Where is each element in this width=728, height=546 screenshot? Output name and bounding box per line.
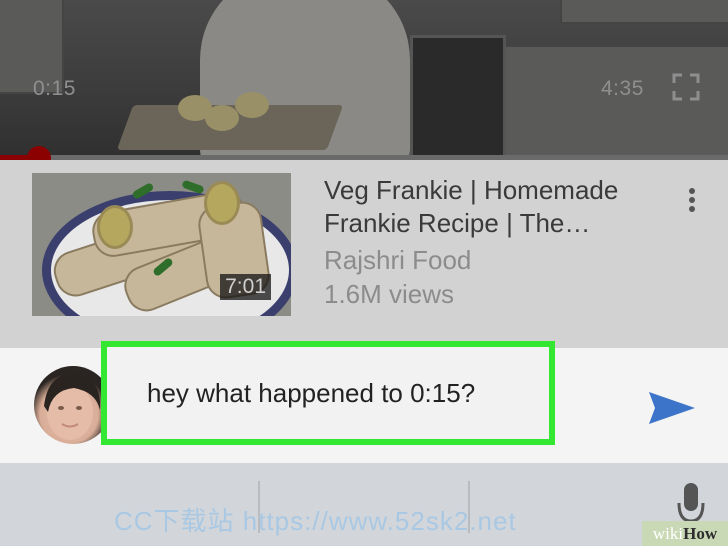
fullscreen-icon[interactable] — [672, 73, 700, 101]
current-time: 0:15 — [33, 77, 76, 100]
more-vert-icon[interactable] — [684, 188, 700, 218]
kitchen-stove — [410, 35, 506, 160]
keyboard-suggestion-bar: CC下载站 https://www.52sk2.net — [0, 463, 728, 546]
video-player[interactable]: 0:15 4:35 — [0, 0, 728, 160]
send-icon[interactable] — [649, 392, 695, 424]
video-card[interactable]: 7:01 Veg Frankie | Homemade Frankie Reci… — [0, 160, 728, 348]
thumbnail-duration-badge: 7:01 — [220, 274, 271, 300]
video-title[interactable]: Veg Frankie | Homemade Frankie Recipe | … — [324, 174, 664, 240]
roll-filling — [97, 205, 133, 249]
kitchen-cabinet — [500, 45, 728, 160]
channel-name[interactable]: Rajshri Food — [324, 245, 471, 276]
video-duration: 4:35 — [601, 77, 644, 100]
kitchen-counter — [560, 0, 728, 24]
potato — [205, 105, 239, 131]
comment-bar — [0, 341, 728, 463]
roll-filling — [204, 181, 240, 225]
comment-input[interactable] — [101, 341, 555, 445]
potato — [235, 92, 269, 118]
view-count: 1.6M views — [324, 279, 455, 309]
wikihow-logo: wikiHow — [642, 521, 728, 546]
video-thumbnail[interactable]: 7:01 — [32, 173, 291, 316]
watermark-text: CC下载站 https://www.52sk2.net — [114, 506, 517, 536]
